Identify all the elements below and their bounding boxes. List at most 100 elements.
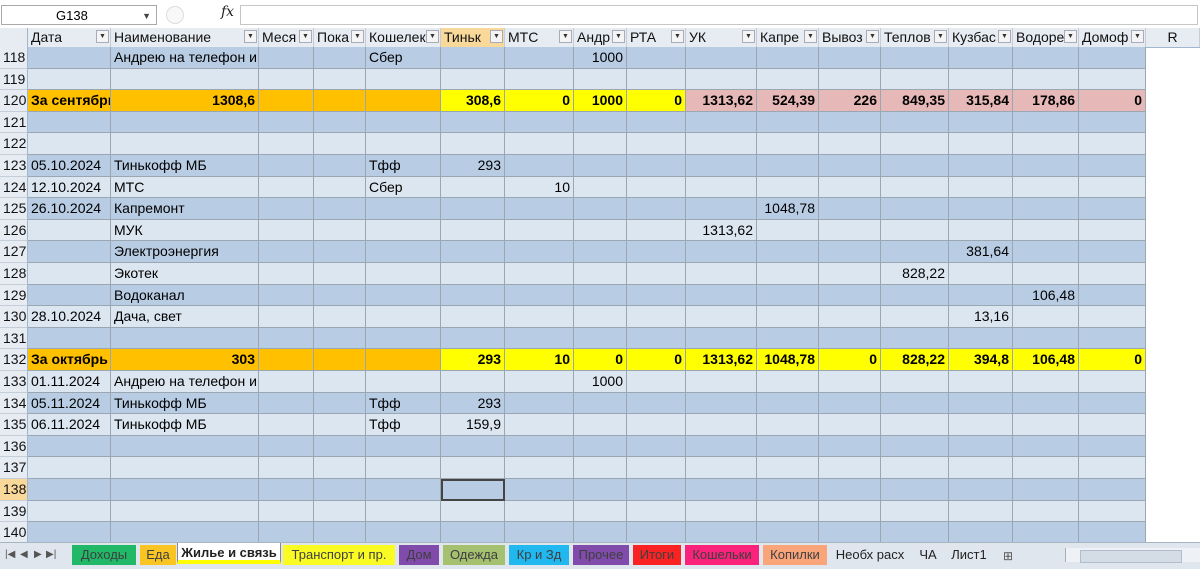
cell-k131[interactable] [757, 327, 819, 350]
cell-i134[interactable] [627, 392, 686, 415]
row-number[interactable]: 122 [0, 133, 28, 155]
cell-i140[interactable] [627, 522, 686, 542]
cell-h139[interactable] [574, 500, 627, 523]
cell-e129[interactable] [366, 284, 441, 307]
fx-icon[interactable]: fx [221, 4, 234, 20]
cell-i126[interactable] [627, 219, 686, 242]
cell-b118[interactable]: Андрею на телефон и интернет [111, 47, 259, 69]
cell-l126[interactable] [819, 219, 881, 242]
cell-j130[interactable] [686, 306, 757, 328]
cell-k133[interactable] [757, 371, 819, 393]
name-box[interactable]: G138 ▼ [1, 5, 157, 25]
cell-h122[interactable] [574, 133, 627, 155]
cell-e122[interactable] [366, 133, 441, 155]
cell-p133[interactable] [1079, 371, 1146, 393]
row-number[interactable]: 131 [0, 327, 28, 350]
cell-j134[interactable] [686, 392, 757, 415]
column-header-i[interactable]: РТА ▼ [627, 28, 686, 47]
cell-g120[interactable]: 0 [505, 90, 574, 112]
filter-dropdown-icon[interactable]: ▼ [559, 30, 572, 43]
cell-g140[interactable] [505, 522, 574, 542]
cell-m140[interactable] [881, 522, 949, 542]
cell-l135[interactable] [819, 414, 881, 436]
cell-k120[interactable]: 524,39 [757, 90, 819, 112]
filter-dropdown-icon[interactable]: ▼ [426, 30, 439, 43]
cell-l136[interactable] [819, 435, 881, 458]
row-number[interactable]: 135 [0, 414, 28, 436]
cell-m135[interactable] [881, 414, 949, 436]
column-header-l[interactable]: Вывоз ▼ [819, 28, 881, 47]
cell-i136[interactable] [627, 435, 686, 458]
cell-g135[interactable] [505, 414, 574, 436]
cell-h133[interactable]: 1000 [574, 371, 627, 393]
cell-a138[interactable] [28, 479, 111, 501]
row-number[interactable]: 119 [0, 68, 28, 91]
cell-j138[interactable] [686, 479, 757, 501]
cell-g134[interactable] [505, 392, 574, 415]
cell-k122[interactable] [757, 133, 819, 155]
cell-k125[interactable]: 1048,78 [757, 198, 819, 220]
cell-h125[interactable] [574, 198, 627, 220]
row-number[interactable]: 124 [0, 176, 28, 199]
cell-i129[interactable] [627, 284, 686, 307]
row-number[interactable]: 120 [0, 90, 28, 112]
cell-f126[interactable] [441, 219, 505, 242]
sheet-tab[interactable]: Дом [399, 545, 439, 565]
cell-c121[interactable] [259, 111, 314, 134]
cell-a140[interactable] [28, 522, 111, 542]
cell-n132[interactable]: 394,8 [949, 349, 1013, 371]
cell-c126[interactable] [259, 219, 314, 242]
cell-b119[interactable] [111, 68, 259, 91]
cell-h137[interactable] [574, 457, 627, 479]
column-header-o[interactable]: Водоре ▼ [1013, 28, 1079, 47]
cell-o127[interactable] [1013, 241, 1079, 263]
cell-i119[interactable] [627, 68, 686, 91]
cell-d121[interactable] [314, 111, 366, 134]
cell-a133[interactable]: 01.11.2024 [28, 371, 111, 393]
cell-g136[interactable] [505, 435, 574, 458]
cell-p132[interactable]: 0 [1079, 349, 1146, 371]
sheet-tab[interactable]: Прочее [573, 545, 629, 565]
filter-dropdown-icon[interactable]: ▼ [866, 30, 879, 43]
cell-c125[interactable] [259, 198, 314, 220]
cell-a124[interactable]: 12.10.2024 [28, 176, 111, 199]
cell-m120[interactable]: 849,35 [881, 90, 949, 112]
cell-b135[interactable]: Тинькофф МБ [111, 414, 259, 436]
next-sheet-icon[interactable]: ▶ [34, 549, 42, 560]
sheet-tab[interactable]: Одежда [443, 545, 505, 565]
column-header-n[interactable]: Кузбас ▼ [949, 28, 1013, 47]
cell-b127[interactable]: Электроэнергия [111, 241, 259, 263]
cell-a132[interactable]: За октябрь [28, 349, 111, 371]
row-number[interactable]: 121 [0, 111, 28, 134]
row-number[interactable]: 129 [0, 284, 28, 307]
cell-a128[interactable] [28, 263, 111, 285]
cell-o121[interactable] [1013, 111, 1079, 134]
cell-h121[interactable] [574, 111, 627, 134]
cell-h130[interactable] [574, 306, 627, 328]
cell-l121[interactable] [819, 111, 881, 134]
cell-n136[interactable] [949, 435, 1013, 458]
cell-a137[interactable] [28, 457, 111, 479]
first-sheet-icon[interactable]: |◀ [5, 549, 15, 560]
cell-c120[interactable] [259, 90, 314, 112]
cell-e137[interactable] [366, 457, 441, 479]
cell-n124[interactable] [949, 176, 1013, 199]
row-number[interactable]: 132 [0, 349, 28, 371]
cell-k127[interactable] [757, 241, 819, 263]
cell-b123[interactable]: Тинькофф МБ [111, 155, 259, 177]
filter-dropdown-icon[interactable]: ▼ [612, 30, 625, 43]
cell-o124[interactable] [1013, 176, 1079, 199]
cell-p130[interactable] [1079, 306, 1146, 328]
cell-b128[interactable]: Экотек [111, 263, 259, 285]
cell-e130[interactable] [366, 306, 441, 328]
cell-l134[interactable] [819, 392, 881, 415]
cell-e139[interactable] [366, 500, 441, 523]
cell-c138[interactable] [259, 479, 314, 501]
row-number[interactable]: 127 [0, 241, 28, 263]
cell-a134[interactable]: 05.11.2024 [28, 392, 111, 415]
cell-n120[interactable]: 315,84 [949, 90, 1013, 112]
cell-d127[interactable] [314, 241, 366, 263]
cell-d124[interactable] [314, 176, 366, 199]
cell-i137[interactable] [627, 457, 686, 479]
cell-a127[interactable] [28, 241, 111, 263]
